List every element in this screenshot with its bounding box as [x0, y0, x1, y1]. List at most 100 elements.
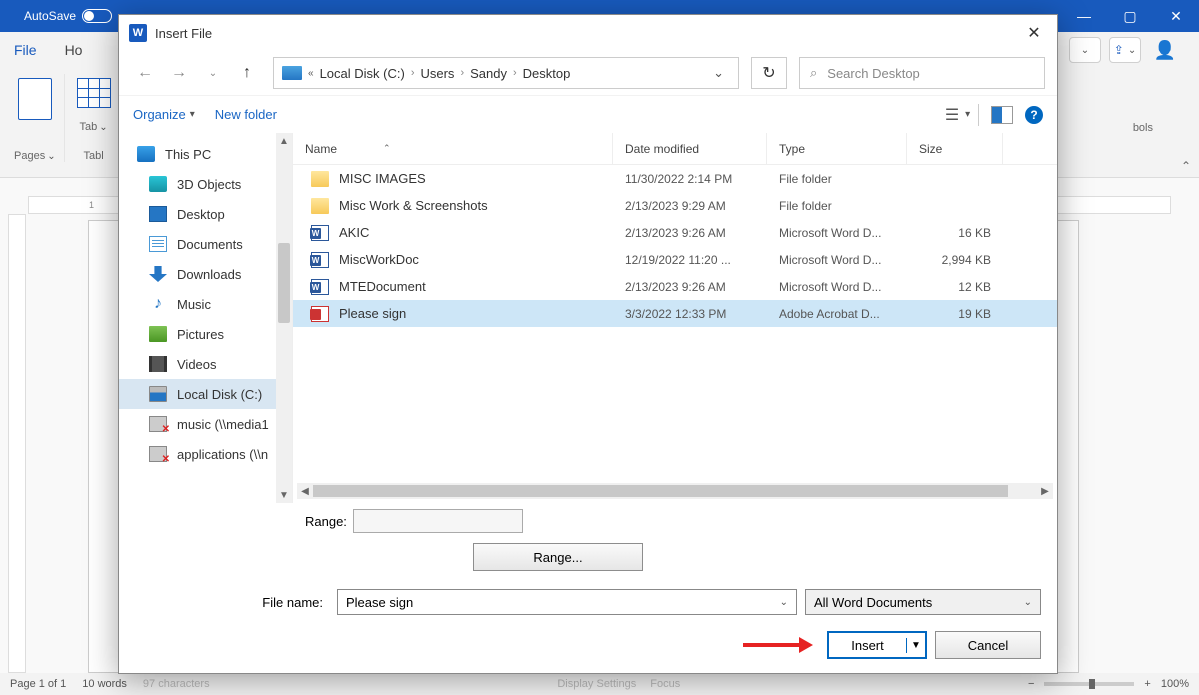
- file-type: File folder: [767, 172, 907, 186]
- range-button[interactable]: Range...: [473, 543, 643, 571]
- status-display-settings[interactable]: Display Settings: [557, 678, 636, 690]
- chevron-down-icon[interactable]: ⌄: [780, 597, 788, 608]
- tree-scrollbar[interactable]: ▲ ▼: [276, 133, 292, 503]
- column-header-date[interactable]: Date modified: [613, 133, 767, 164]
- window-close-icon[interactable]: ✕: [1153, 0, 1199, 32]
- file-name: Please sign: [339, 306, 406, 321]
- explorer-body: This PC 3D Objects Desktop Documents Dow…: [119, 133, 1057, 503]
- nav-recent-dropdown[interactable]: ⌄: [199, 59, 227, 87]
- file-list[interactable]: MISC IMAGES11/30/2022 2:14 PMFile folder…: [293, 165, 1057, 483]
- hscroll-thumb[interactable]: [313, 485, 1008, 497]
- folder-tree[interactable]: This PC 3D Objects Desktop Documents Dow…: [119, 133, 293, 503]
- tab-home[interactable]: Ho: [65, 42, 83, 58]
- file-name: MiscWorkDoc: [339, 252, 419, 267]
- tree-item-this-pc[interactable]: This PC: [119, 139, 292, 169]
- ribbon-group-tables[interactable]: Tab ⌄ Tabl: [69, 74, 120, 162]
- ribbon-collapse-icon[interactable]: ⌃: [1181, 159, 1191, 173]
- tree-item-network-music[interactable]: music (\\media1: [119, 409, 292, 439]
- filename-combo[interactable]: Please sign ⌄: [337, 589, 797, 615]
- breadcrumb-dropdown-icon[interactable]: ⌄: [707, 65, 730, 81]
- tree-item-music[interactable]: ♪Music: [119, 289, 292, 319]
- range-input[interactable]: [353, 509, 523, 533]
- tree-item-local-disk[interactable]: Local Disk (C:): [119, 379, 292, 409]
- breadcrumb-part[interactable]: Sandy: [470, 66, 507, 81]
- window-minimize-icon[interactable]: ―: [1061, 0, 1107, 32]
- file-row[interactable]: MTEDocument2/13/2023 9:26 AMMicrosoft Wo…: [293, 273, 1057, 300]
- file-row[interactable]: Please sign3/3/2022 12:33 PMAdobe Acroba…: [293, 300, 1057, 327]
- filename-label: File name:: [119, 595, 329, 610]
- ruler-vertical[interactable]: [8, 214, 26, 673]
- breadcrumb-part[interactable]: Local Disk (C:): [320, 66, 405, 81]
- file-row[interactable]: AKIC2/13/2023 9:26 AMMicrosoft Word D...…: [293, 219, 1057, 246]
- zoom-percent[interactable]: 100%: [1161, 678, 1189, 690]
- file-name: MISC IMAGES: [339, 171, 426, 186]
- tree-item-videos[interactable]: Videos: [119, 349, 292, 379]
- nav-forward-button: →: [165, 59, 193, 87]
- network-drive-icon: [149, 446, 167, 462]
- scroll-down-icon[interactable]: ▼: [276, 487, 292, 503]
- filename-value: Please sign: [346, 595, 413, 610]
- file-type-filter[interactable]: All Word Documents ⌄: [805, 589, 1041, 615]
- ribbon-dropdown-button[interactable]: ⌄: [1069, 37, 1101, 63]
- share-button[interactable]: ⇪ ⌄: [1109, 37, 1141, 63]
- chevron-down-icon[interactable]: ⌄: [1024, 597, 1032, 608]
- insert-button[interactable]: Insert: [829, 638, 907, 653]
- breadcrumb[interactable]: « Local Disk (C:) › Users › Sandy › Desk…: [273, 57, 739, 89]
- file-list-area: Name⌃ Date modified Type Size MISC IMAGE…: [293, 133, 1057, 503]
- horizontal-scrollbar[interactable]: ◀ ▶: [297, 483, 1053, 499]
- file-list-header[interactable]: Name⌃ Date modified Type Size: [293, 133, 1057, 165]
- column-header-type[interactable]: Type: [767, 133, 907, 164]
- autosave-toggle[interactable]: [82, 9, 112, 23]
- status-words[interactable]: 10 words: [82, 678, 127, 690]
- tree-item-downloads[interactable]: Downloads: [119, 259, 292, 289]
- zoom-slider[interactable]: [1044, 682, 1134, 686]
- scroll-left-icon[interactable]: ◀: [297, 486, 313, 497]
- file-row[interactable]: Misc Work & Screenshots2/13/2023 9:29 AM…: [293, 192, 1057, 219]
- breadcrumb-part[interactable]: Desktop: [523, 66, 571, 81]
- scroll-right-icon[interactable]: ▶: [1037, 486, 1053, 497]
- dialog-close-button[interactable]: ✕: [1011, 15, 1057, 51]
- dialog-title: Insert File: [155, 26, 212, 41]
- file-date: 2/13/2023 9:26 AM: [613, 280, 767, 294]
- breadcrumb-part[interactable]: Users: [420, 66, 454, 81]
- tree-item-network-apps[interactable]: applications (\\n: [119, 439, 292, 469]
- window-maximize-icon[interactable]: ▢: [1107, 0, 1153, 32]
- column-header-name[interactable]: Name⌃: [293, 133, 613, 164]
- sort-indicator-icon: ⌃: [383, 143, 391, 154]
- ribbon-group-pages[interactable]: Pages ⌄: [6, 74, 65, 162]
- status-page[interactable]: Page 1 of 1: [10, 678, 66, 690]
- view-options-button[interactable]: ☰ ▾: [947, 104, 979, 126]
- insert-dropdown-button[interactable]: ▼: [907, 640, 925, 651]
- ribbon-right-controls: ⌄ ⇪ ⌄ 👤: [1069, 32, 1199, 68]
- tab-file[interactable]: File: [14, 42, 37, 58]
- new-folder-button[interactable]: New folder: [215, 107, 277, 122]
- tree-item-desktop[interactable]: Desktop: [119, 199, 292, 229]
- tree-item-3d-objects[interactable]: 3D Objects: [119, 169, 292, 199]
- tree-item-documents[interactable]: Documents: [119, 229, 292, 259]
- zoom-out-icon[interactable]: −: [1028, 678, 1034, 690]
- file-size: 12 KB: [907, 280, 1003, 294]
- nav-up-button[interactable]: ↑: [233, 59, 261, 87]
- search-input[interactable]: ⌕ Search Desktop: [799, 57, 1045, 89]
- account-icon[interactable]: 👤: [1149, 37, 1181, 63]
- scroll-thumb[interactable]: [278, 243, 290, 323]
- tree-item-pictures[interactable]: Pictures: [119, 319, 292, 349]
- status-focus[interactable]: Focus: [650, 678, 680, 690]
- nav-back-button[interactable]: ←: [131, 59, 159, 87]
- scroll-up-icon[interactable]: ▲: [276, 133, 292, 149]
- ribbon-symbols-label: bols: [1133, 122, 1153, 134]
- refresh-button[interactable]: ↻: [751, 57, 787, 89]
- status-chars[interactable]: 97 characters: [143, 678, 210, 690]
- file-row[interactable]: MiscWorkDoc12/19/2022 11:20 ...Microsoft…: [293, 246, 1057, 273]
- organize-menu[interactable]: Organize ▾: [133, 107, 195, 122]
- insert-split-button[interactable]: Insert ▼: [827, 631, 927, 659]
- column-header-size[interactable]: Size: [907, 133, 1003, 164]
- cancel-button[interactable]: Cancel: [935, 631, 1041, 659]
- pages-icon: [18, 78, 52, 120]
- file-name: Misc Work & Screenshots: [339, 198, 488, 213]
- search-icon: ⌕: [810, 65, 817, 81]
- preview-pane-button[interactable]: [991, 106, 1013, 124]
- file-row[interactable]: MISC IMAGES11/30/2022 2:14 PMFile folder: [293, 165, 1057, 192]
- zoom-in-icon[interactable]: +: [1144, 678, 1150, 690]
- help-button[interactable]: ?: [1025, 106, 1043, 124]
